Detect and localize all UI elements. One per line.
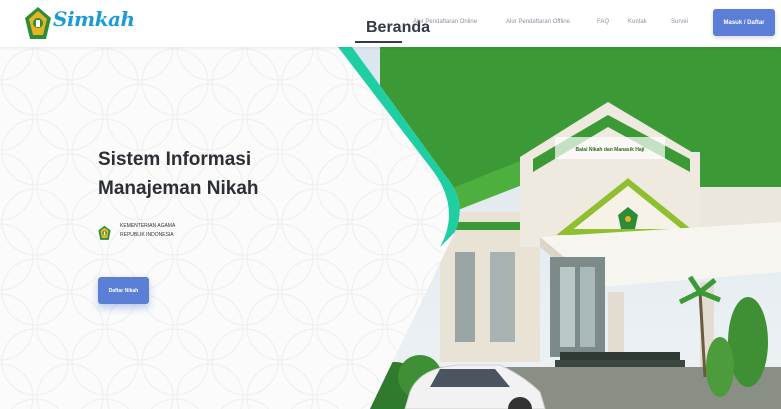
nav-faq[interactable]: FAQ xyxy=(597,19,609,25)
nav-kontak[interactable]: Kontak xyxy=(628,19,647,25)
kemenag-emblem-icon xyxy=(25,7,51,39)
building-sign-text: Balai Nikah dan Manasik Haji xyxy=(576,147,646,153)
hero-section: Balai Nikah dan Manasik Haji Sistem Info… xyxy=(0,47,781,409)
nav-active-indicator xyxy=(355,41,402,43)
daftar-nikah-button[interactable]: Daftar Nikah xyxy=(98,277,149,304)
simkah-logo[interactable]: Simkah xyxy=(24,6,135,40)
hero-title-line1: Sistem Informasi xyxy=(98,149,252,170)
nav-survei[interactable]: Survei xyxy=(671,19,688,25)
ministry-name: KEMENTERIAN AGAMA REPUBLIK INDONESIA xyxy=(120,222,175,240)
logo-text: Simkah xyxy=(53,7,135,31)
nav-alur-offline[interactable]: Alur Pendaftaran Offline xyxy=(506,19,570,25)
ministry-line1: KEMENTERIAN AGAMA xyxy=(120,223,176,229)
nav-alur-online[interactable]: Alur Pendaftaran Online xyxy=(413,19,477,25)
login-register-button[interactable]: Masuk / Daftar xyxy=(713,9,775,36)
hero-title: Sistem Informasi Manajeman Nikah xyxy=(98,145,328,203)
top-navbar: Simkah Beranda Alur Pendaftaran Online A… xyxy=(0,0,781,47)
ministry-line2: REPUBLIK INDONESIA xyxy=(120,232,174,238)
hero-title-line2: Manajeman Nikah xyxy=(98,178,259,199)
